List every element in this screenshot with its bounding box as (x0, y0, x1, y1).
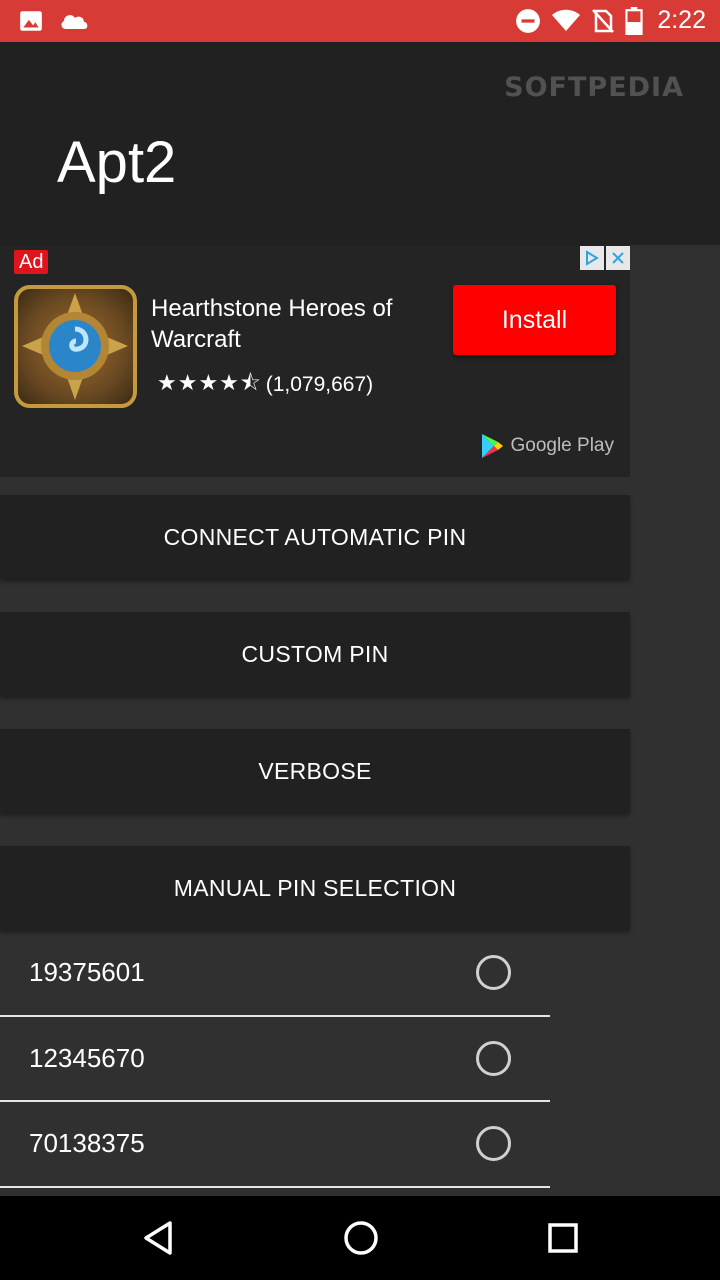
google-play-label: Google Play (510, 435, 614, 456)
list-item[interactable]: 19375601 (0, 931, 550, 1017)
clock: 2:22 (657, 6, 706, 34)
ad-app-name[interactable]: Hearthstone Heroes of Warcraft (151, 293, 431, 355)
back-icon[interactable] (140, 1218, 176, 1263)
hearthstone-app-icon[interactable] (14, 285, 137, 408)
list-item[interactable]: 12345670 (0, 1017, 550, 1102)
ad-choices[interactable] (580, 246, 630, 270)
cloud-icon (58, 8, 90, 34)
pin-list: 19375601 12345670 70138375 (0, 931, 550, 1188)
status-bar: 2:22 (0, 0, 720, 42)
google-play-badge: Google Play (480, 433, 614, 459)
ad-choices-icon[interactable] (580, 246, 604, 270)
wifi-icon (551, 8, 581, 34)
image-icon (18, 8, 44, 34)
pin-value: 12345670 (29, 1042, 145, 1073)
connect-automatic-pin-button[interactable]: CONNECT AUTOMATIC PIN (0, 495, 630, 579)
navigation-bar (0, 1196, 720, 1280)
home-icon[interactable] (342, 1218, 380, 1263)
list-item[interactable]: 70138375 (0, 1102, 550, 1188)
no-sim-icon (591, 8, 615, 34)
main-content: Ad Hearthstone Heroes of Warcraft ★★★★⯪ … (0, 245, 720, 1196)
watermark: SOFTPEDIA (504, 72, 684, 103)
custom-pin-button[interactable]: CUSTOM PIN (0, 612, 630, 696)
star-rating-icon: ★★★★⯪ (157, 370, 262, 395)
install-button[interactable]: Install (453, 285, 616, 355)
close-icon[interactable] (606, 246, 630, 270)
ad-banner[interactable]: Ad Hearthstone Heroes of Warcraft ★★★★⯪ … (0, 245, 630, 477)
app-bar: SOFTPEDIA Apt2 (0, 42, 720, 245)
pin-value: 70138375 (29, 1128, 145, 1158)
battery-icon (625, 6, 643, 35)
manual-pin-selection-button[interactable]: MANUAL PIN SELECTION (0, 846, 630, 930)
google-play-icon (482, 434, 504, 458)
pin-value: 19375601 (29, 957, 145, 987)
ad-badge: Ad (14, 250, 49, 274)
radio-button[interactable] (476, 955, 511, 990)
radio-button[interactable] (476, 1126, 511, 1161)
ad-rating: ★★★★⯪ (1,079,667) (157, 366, 373, 404)
verbose-button[interactable]: VERBOSE (0, 729, 630, 813)
do-not-disturb-icon (515, 8, 541, 34)
recents-icon[interactable] (546, 1218, 580, 1263)
ad-rating-count: (1,079,667) (265, 373, 374, 396)
app-title: Apt2 (57, 130, 177, 195)
radio-button[interactable] (476, 1040, 511, 1076)
